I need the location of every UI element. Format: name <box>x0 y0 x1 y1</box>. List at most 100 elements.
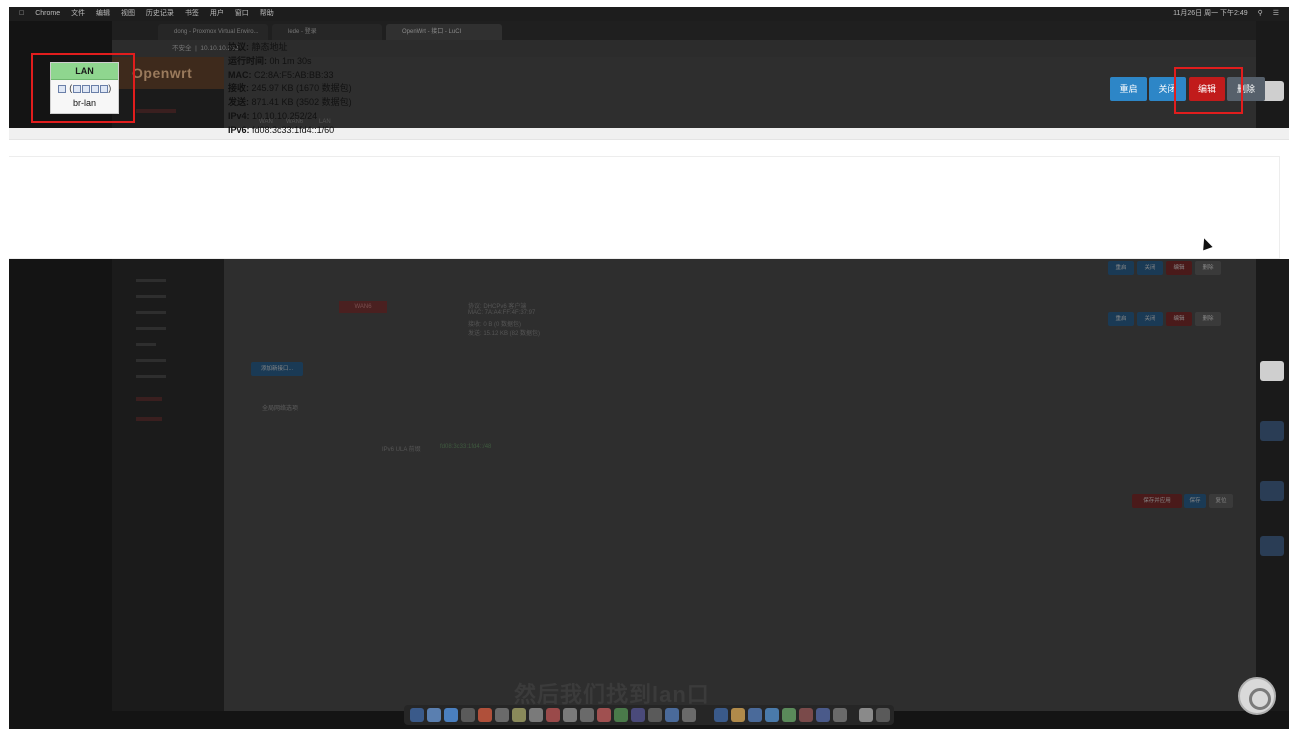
proto-value: 静态地址 <box>251 42 288 52</box>
menubar-app-name[interactable]: Chrome <box>35 10 60 17</box>
info-ipv6: IPv6: fd08:3c33:1fd4::1/60 <box>228 124 352 138</box>
list-icon[interactable]: ☰ <box>1273 10 1279 17</box>
folder-icon[interactable] <box>1260 481 1284 501</box>
menu-people[interactable]: 用户 <box>210 10 224 17</box>
sidebar-item[interactable] <box>136 109 176 113</box>
trash-icon[interactable] <box>876 708 890 722</box>
menubar-clock[interactable]: 11月26日 周一 下午2:49 <box>1173 10 1248 17</box>
sidebar-item[interactable] <box>136 327 166 330</box>
sidebar-item[interactable] <box>136 311 166 314</box>
app-icon[interactable] <box>748 708 762 722</box>
folder-icon[interactable] <box>1260 536 1284 556</box>
menu-history[interactable]: 历史记录 <box>146 10 174 17</box>
save-apply-button[interactable]: 保存并应用 <box>1132 494 1182 508</box>
info-mac: MAC: C2:8A:F5:AB:BB:33 <box>228 69 352 83</box>
menu-window[interactable]: 窗口 <box>235 10 249 17</box>
ipv6-value: fd08:3c33:1fd4::1/60 <box>252 124 335 135</box>
app-icon[interactable] <box>682 708 696 722</box>
info-rx: 接收: 245.97 KB (1670 数据包) <box>228 82 352 96</box>
document-icon[interactable] <box>859 708 873 722</box>
app-icon[interactable] <box>461 708 475 722</box>
url-security: 不安全 <box>172 45 192 52</box>
sidebar-item[interactable] <box>136 279 166 282</box>
app-icon[interactable] <box>631 708 645 722</box>
highlight-box-lan <box>31 53 135 123</box>
wan6-restart-button[interactable]: 重启 <box>1108 312 1134 326</box>
wan-edit-button[interactable]: 编辑 <box>1166 261 1192 275</box>
chrome-icon[interactable] <box>478 708 492 722</box>
wan6-badge: WAN6 <box>339 301 387 313</box>
zoomed-interface-panel <box>9 128 1289 259</box>
app-icon[interactable] <box>799 708 813 722</box>
photos-icon[interactable] <box>597 708 611 722</box>
desktop-icons-strip <box>1256 21 1289 711</box>
app-icon[interactable] <box>563 708 577 722</box>
app-icon[interactable] <box>765 708 779 722</box>
sidebar-item[interactable] <box>136 397 162 401</box>
lan-info-block: 协议: 静态地址 运行时间: 0h 1m 30s MAC: C2:8A:F5:A… <box>228 41 352 138</box>
finder-icon[interactable] <box>410 708 424 722</box>
apple-icon[interactable]:  <box>19 10 24 17</box>
app-icon[interactable] <box>614 708 628 722</box>
add-interface-button[interactable]: 添加新接口... <box>251 362 303 376</box>
appstore-icon[interactable] <box>665 708 679 722</box>
wechat-icon[interactable] <box>782 708 796 722</box>
app-icon[interactable] <box>731 708 745 722</box>
launchpad-icon[interactable] <box>427 708 441 722</box>
sidebar-item[interactable] <box>136 375 166 378</box>
restart-button[interactable]: 重启 <box>1110 77 1147 101</box>
sidebar-item[interactable] <box>136 417 162 421</box>
menu-file[interactable]: 文件 <box>71 10 85 17</box>
menu-help[interactable]: 帮助 <box>260 10 274 17</box>
calendar-icon[interactable] <box>546 708 560 722</box>
wan6-stop-button[interactable]: 关闭 <box>1137 312 1163 326</box>
wan6-mac: MAC: 7A:A4:FF:4F:37:97 <box>468 310 536 316</box>
menu-edit[interactable]: 编辑 <box>96 10 110 17</box>
app-icon[interactable] <box>816 708 830 722</box>
ipv4-value: 10.10.10.252/24 <box>252 110 318 121</box>
uptime-label: 运行时间: <box>228 55 267 66</box>
app-icon[interactable] <box>529 708 543 722</box>
sidebar-item[interactable] <box>136 295 166 298</box>
lan-interface-row <box>9 156 1280 259</box>
mac-label: MAC: <box>228 69 252 80</box>
tab-proxmox[interactable]: dong - Proxmox Virtual Enviro... <box>158 24 268 40</box>
wan-restart-button[interactable]: 重启 <box>1108 261 1134 275</box>
sidebar-item[interactable] <box>136 359 166 362</box>
tab-lede[interactable]: lede - 登录 <box>272 24 382 40</box>
app-icon[interactable] <box>648 708 662 722</box>
app-icon[interactable] <box>714 708 728 722</box>
wan6-rx: 接收: 0 B (0 数据包) <box>468 322 522 328</box>
info-tx: 发送: 871.41 KB (3502 数据包) <box>228 96 352 110</box>
proto-label: 协议: <box>228 42 249 52</box>
wan6-edit-button[interactable]: 编辑 <box>1166 312 1192 326</box>
mac-menubar:  Chrome 文件 编辑 视图 历史记录 书签 用户 窗口 帮助 11月26… <box>9 7 1289 21</box>
sidebar-item[interactable] <box>136 343 156 346</box>
ula-value: fd08:3c33:1fd4::/48 <box>440 444 492 450</box>
ipv4-label: IPv4: <box>228 110 250 121</box>
wan6-proto: 协议: DHCPv6 客户端 <box>468 304 527 310</box>
tx-value: 871.41 KB (3502 数据包) <box>251 97 352 108</box>
wan6-delete-button[interactable]: 删除 <box>1195 312 1221 326</box>
desktop-file-icon[interactable] <box>1260 361 1284 381</box>
search-icon[interactable]: ⚲ <box>1258 10 1263 17</box>
reset-button[interactable]: 复位 <box>1209 494 1233 508</box>
wan-stop-button[interactable]: 关闭 <box>1137 261 1163 275</box>
menu-view[interactable]: 视图 <box>121 10 135 17</box>
notes-icon[interactable] <box>512 708 526 722</box>
tab-openwrt[interactable]: OpenWrt - 接口 - LuCI <box>386 24 502 40</box>
video-subtitle: 然后我们找到lan口 <box>514 682 710 707</box>
screen-recording-frame:  Chrome 文件 编辑 视图 历史记录 书签 用户 窗口 帮助 11月26… <box>9 7 1289 729</box>
app-icon[interactable] <box>833 708 847 722</box>
ula-label: IPv6 ULA 前缀 <box>382 447 421 453</box>
safari-icon[interactable] <box>444 708 458 722</box>
save-button[interactable]: 保存 <box>1184 494 1206 508</box>
menu-bookmarks[interactable]: 书签 <box>185 10 199 17</box>
global-options-heading: 全局网络选项 <box>262 406 299 412</box>
wan-delete-button[interactable]: 删除 <box>1195 261 1221 275</box>
folder-icon[interactable] <box>1260 421 1284 441</box>
app-icon[interactable] <box>580 708 594 722</box>
rx-value: 245.97 KB (1670 数据包) <box>251 83 352 94</box>
info-proto: 协议: 静态地址 <box>228 41 352 55</box>
app-icon[interactable] <box>495 708 509 722</box>
